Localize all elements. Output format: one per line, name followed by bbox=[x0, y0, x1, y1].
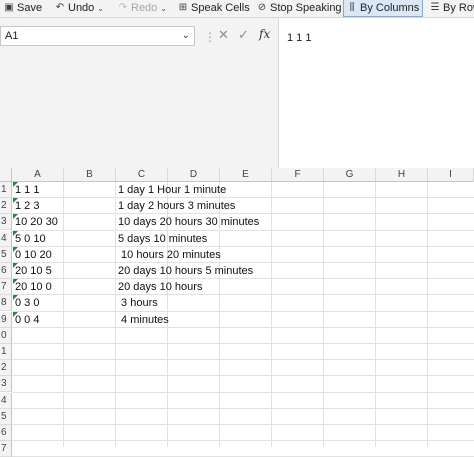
cell-a9[interactable]: 0 0 4 bbox=[15, 312, 39, 328]
row-header[interactable]: 2 bbox=[0, 360, 12, 377]
stop-speaking-button[interactable]: ⊘ Stop Speaking bbox=[257, 0, 342, 16]
row-header[interactable]: 7 bbox=[0, 441, 12, 457]
row-header[interactable]: 6 bbox=[0, 263, 12, 279]
cell-c6[interactable]: 20 days 10 hours 5 minutes bbox=[118, 263, 253, 279]
row-gridline bbox=[12, 326, 474, 328]
row-header[interactable]: 3 bbox=[0, 376, 12, 393]
drag-handle-icon[interactable]: ⋮ bbox=[204, 30, 216, 44]
column-header-c[interactable]: C bbox=[116, 168, 168, 182]
select-all-corner[interactable] bbox=[0, 168, 12, 182]
by-rows-icon: ☰ bbox=[430, 2, 440, 13]
row-header[interactable]: 9 bbox=[0, 311, 12, 328]
save-icon: ▣ bbox=[4, 2, 14, 13]
save-button[interactable]: ▣ Save bbox=[4, 0, 42, 16]
redo-button[interactable]: ↷ Redo ⌄ bbox=[118, 0, 167, 16]
undo-button[interactable]: ↶ Undo ⌄ bbox=[55, 0, 104, 16]
formula-input[interactable]: 1 1 1 bbox=[278, 18, 474, 168]
row-gridline bbox=[12, 197, 474, 199]
enter-check-icon[interactable]: ✓ bbox=[238, 27, 249, 43]
cell-a1[interactable]: 1 1 1 bbox=[15, 182, 39, 198]
cell-a2[interactable]: 1 2 3 bbox=[15, 198, 39, 214]
by-rows-button[interactable]: ☰ By Row bbox=[430, 0, 474, 16]
spreadsheet-grid[interactable]: ABCDEFGHI 12345678901234567 1 1 11 2 3 10… bbox=[0, 168, 474, 457]
cell-c3[interactable]: 10 days 20 hours 30 minutes bbox=[118, 214, 259, 230]
row-gridline bbox=[12, 310, 474, 312]
formula-value: 1 1 1 bbox=[287, 32, 312, 44]
cell-c9[interactable]: 4 minutes bbox=[118, 312, 169, 328]
row-gridline bbox=[12, 424, 474, 425]
chevron-down-icon[interactable]: ⌄ bbox=[182, 30, 190, 41]
column-header-e[interactable]: E bbox=[220, 168, 272, 182]
row-header[interactable]: 2 bbox=[0, 198, 12, 215]
by-columns-icon: ⫼ bbox=[349, 2, 355, 13]
name-box-value: A1 bbox=[5, 30, 19, 42]
speak-cells-button[interactable]: ⊞ Speak Cells bbox=[178, 0, 250, 16]
row-gridline bbox=[12, 359, 474, 361]
row-gridline bbox=[12, 294, 474, 296]
row-gridline bbox=[12, 407, 474, 409]
quick-access-toolbar: ▣ Save ↶ Undo ⌄ ↷ Redo ⌄ ⊞ Speak Cells ⊘… bbox=[0, 0, 474, 18]
cell-c8[interactable]: 3 hours bbox=[118, 295, 158, 311]
row-gridline bbox=[12, 245, 474, 247]
name-box[interactable]: A1 ⌄ bbox=[0, 26, 195, 46]
row-header[interactable]: 5 bbox=[0, 246, 12, 263]
by-columns-button[interactable]: ⫼ By Columns bbox=[343, 0, 424, 17]
speak-cells-icon: ⊞ bbox=[178, 2, 188, 13]
column-gridline bbox=[375, 182, 376, 447]
insert-function-button[interactable]: fx bbox=[259, 27, 270, 41]
row-header[interactable]: 7 bbox=[0, 279, 12, 296]
row-header[interactable]: 4 bbox=[0, 230, 12, 247]
formula-bar-area: A1 ⌄ ⋮ ✕ ✓ fx 1 1 1 bbox=[0, 18, 474, 168]
redo-icon: ↷ bbox=[118, 2, 128, 13]
row-header[interactable]: 1 bbox=[0, 344, 12, 360]
cell-a6[interactable]: 20 10 5 bbox=[15, 263, 52, 279]
column-gridline bbox=[427, 182, 428, 447]
row-gridline bbox=[12, 343, 474, 344]
stop-speaking-icon: ⊘ bbox=[257, 2, 267, 13]
column-gridline bbox=[271, 182, 272, 447]
row-gridline bbox=[12, 375, 474, 377]
cell-a3[interactable]: 10 20 30 bbox=[15, 214, 58, 230]
cell-c2[interactable]: 1 day 2 hours 3 minutes bbox=[118, 198, 235, 214]
row-header[interactable]: 8 bbox=[0, 295, 12, 312]
column-header-f[interactable]: F bbox=[272, 168, 324, 182]
row-header[interactable]: 5 bbox=[0, 408, 12, 425]
cancel-icon[interactable]: ✕ bbox=[218, 27, 229, 43]
column-gridline bbox=[115, 182, 116, 447]
cell-c4[interactable]: 5 days 10 minutes bbox=[118, 231, 207, 247]
cell-a8[interactable]: 0 3 0 bbox=[15, 295, 39, 311]
row-gridline bbox=[12, 391, 474, 393]
cell-c5[interactable]: 10 hours 20 minutes bbox=[118, 247, 221, 263]
row-header[interactable]: 6 bbox=[0, 425, 12, 441]
row-header[interactable]: 0 bbox=[0, 327, 12, 344]
column-header-a[interactable]: A bbox=[12, 168, 64, 182]
cell-a4[interactable]: 5 0 10 bbox=[15, 231, 46, 247]
undo-dropdown-icon[interactable]: ⌄ bbox=[97, 4, 104, 13]
column-gridline bbox=[323, 182, 324, 447]
cell-c1[interactable]: 1 day 1 Hour 1 minute bbox=[118, 182, 226, 198]
undo-icon: ↶ bbox=[55, 2, 65, 13]
cell-a7[interactable]: 20 10 0 bbox=[15, 279, 52, 295]
column-header-g[interactable]: G bbox=[324, 168, 376, 182]
row-gridline bbox=[12, 440, 474, 442]
row-header[interactable]: 4 bbox=[0, 392, 12, 409]
row-header[interactable]: 3 bbox=[0, 214, 12, 231]
row-header[interactable]: 1 bbox=[0, 182, 12, 198]
column-gridline bbox=[63, 182, 64, 447]
redo-dropdown-icon[interactable]: ⌄ bbox=[160, 4, 167, 13]
column-header-i[interactable]: I bbox=[428, 168, 474, 182]
cell-c7[interactable]: 20 days 10 hours bbox=[118, 279, 202, 295]
column-header-d[interactable]: D bbox=[168, 168, 220, 182]
cell-a5[interactable]: 0 10 20 bbox=[15, 247, 52, 263]
column-header-h[interactable]: H bbox=[376, 168, 428, 182]
column-header-b[interactable]: B bbox=[64, 168, 116, 182]
